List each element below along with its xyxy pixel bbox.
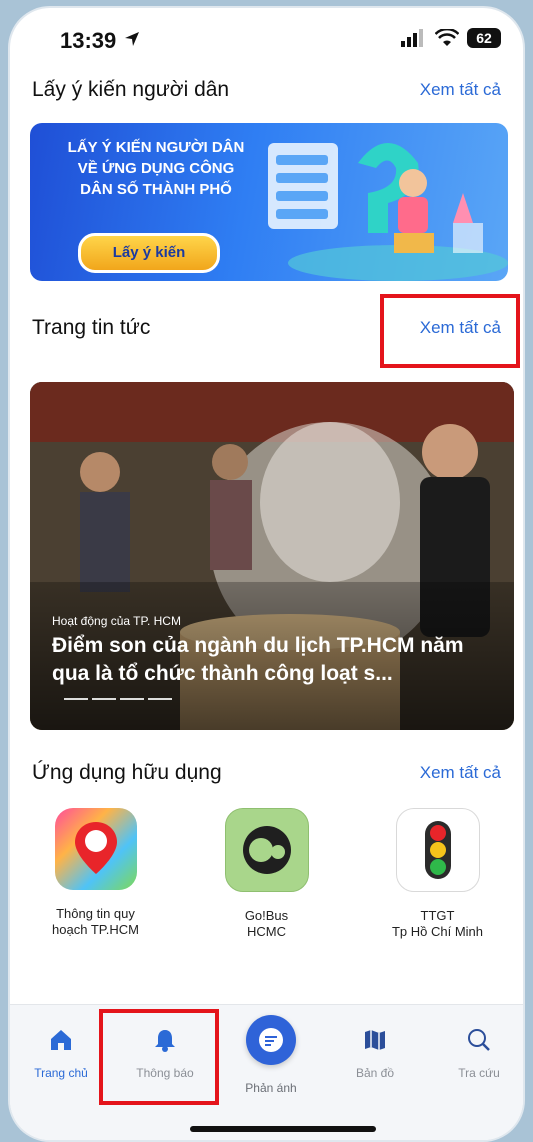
app-label: TTGT Tp Hồ Chí Minh [392,908,483,940]
app-item-gobus[interactable]: Go!Bus HCMC [192,808,342,940]
carousel-dot [92,698,116,700]
apps-section-header: Ứng dụng hữu dụng Xem tất cả [32,761,501,785]
tab-label: Bản đồ [355,1066,395,1080]
survey-banner[interactable]: LẤY Ý KIẾN NGƯỜI DÂN VỀ ỨNG DỤNG CÔNG DÂ… [30,123,508,281]
banner-text: LẤY Ý KIẾN NGƯỜI DÂN VỀ ỨNG DỤNG CÔNG DÂ… [56,137,256,200]
news-category: Hoạt động của TP. HCM [52,614,181,628]
apps-section-title: Ứng dụng hữu dụng [32,761,222,784]
app-label-line-2: Tp Hồ Chí Minh [391,924,484,939]
status-icons: 62 [401,28,501,48]
tab-home[interactable]: Trang chủ [16,1027,106,1080]
tab-label: Phản ánh [245,1081,297,1095]
battery-indicator: 62 [467,28,501,48]
survey-section-header: Lấy ý kiến người dân Xem tất cả [32,78,501,102]
notifications-tab-highlight [99,1009,219,1105]
app-label-line-1: Go!Bus [244,908,289,923]
banner-line-3: DÂN SỐ THÀNH PHỐ [80,181,232,198]
app-label-line-2: HCMC [246,924,286,939]
location-arrow-icon [125,32,139,46]
survey-section-title: Lấy ý kiến người dân [32,78,230,101]
news-card[interactable]: Hoạt động của TP. HCM Điểm son của ngành… [30,382,514,730]
feedback-fab [246,1015,296,1065]
app-item-quy-hoach[interactable]: Thông tin quy hoạch TP.HCM [21,808,171,940]
apps-list: Thông tin quy hoạch TP.HCM Go!Bus HCMC T… [10,808,523,940]
app-item-ttgt[interactable]: TTGT Tp Hồ Chí Minh [363,808,513,940]
traffic-light-icon [395,808,480,892]
survey-button[interactable]: Lấy ý kiến [78,233,220,273]
wifi-icon [435,29,459,46]
banner-illustration [268,143,508,281]
status-time: 13:39 [60,28,117,53]
signal-icon [401,29,423,47]
map-icon [365,1030,385,1050]
bottom-tab-bar: Trang chủ Thông báo Phản ánh Bản đồ Tra … [10,1004,523,1140]
app-label: Thông tin quy hoạch TP.HCM [52,906,139,938]
home-icon [51,1030,71,1050]
home-indicator [190,1126,376,1132]
chat-icon [259,1028,283,1052]
search-icon [468,1029,490,1051]
carousel-indicator [64,698,172,700]
tab-map[interactable]: Bản đồ [330,1027,420,1080]
status-bar: 13:39 62 [10,8,523,70]
tab-label: Tra cứu [458,1066,500,1080]
map-pin-icon [54,808,137,890]
app-label-line-2: hoạch TP.HCM [52,922,139,937]
survey-see-all-link[interactable]: Xem tất cả [420,80,501,100]
banner-line-2: VỀ ỨNG DỤNG CÔNG [77,160,235,177]
phone-screen: 13:39 62 Lấy ý kiến người dân Xem tất cả [10,8,523,1140]
news-headline: Điểm son của ngành du lịch TP.HCM năm qu… [52,634,464,685]
carousel-dot [64,698,88,700]
app-label: Go!Bus HCMC [245,908,288,940]
apps-see-all-link[interactable]: Xem tất cả [420,763,501,783]
gobus-icon [224,808,309,892]
carousel-dot [148,698,172,700]
tab-search[interactable]: Tra cứu [434,1027,523,1080]
news-see-all-highlight [380,294,520,368]
news-section-title: Trang tin tức [32,316,151,339]
carousel-dot [120,698,144,700]
tab-label: Trang chủ [34,1066,88,1080]
banner-line-1: LẤY Ý KIẾN NGƯỜI DÂN [67,139,245,156]
app-label-line-1: TTGT [420,908,455,923]
app-label-line-1: Thông tin quy [56,906,135,921]
